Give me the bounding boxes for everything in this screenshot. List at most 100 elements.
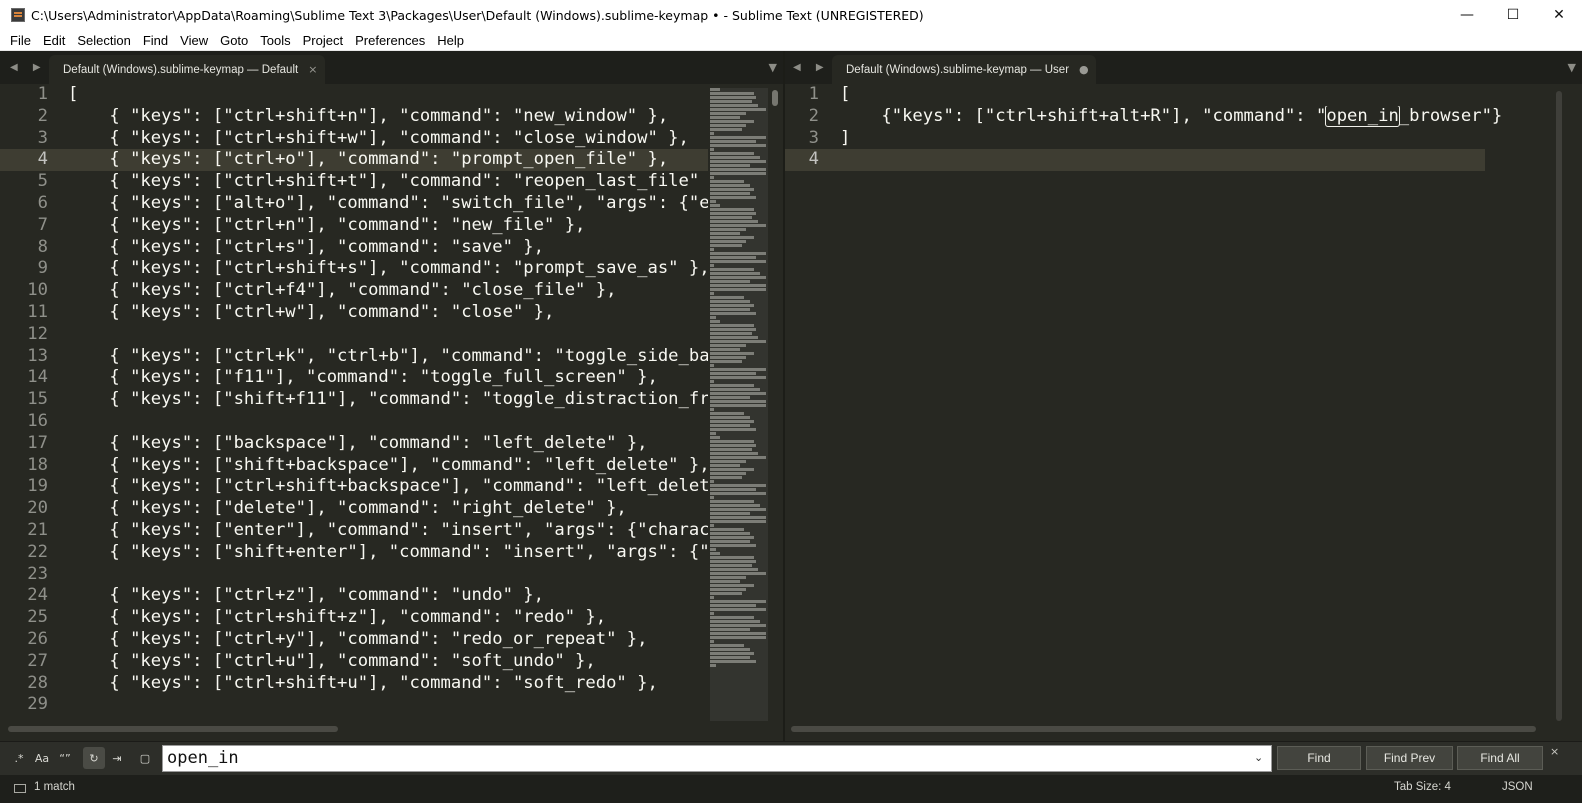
left-horizontal-scrollbar[interactable] [8, 726, 338, 732]
code-line[interactable]: 6 { "keys": ["alt+o"], "command": "switc… [0, 193, 708, 215]
line-text: ] [840, 127, 851, 148]
line-text: { "keys": ["ctrl+o"], "command": "prompt… [68, 149, 669, 170]
unsaved-dot-icon[interactable]: ● [1079, 63, 1089, 76]
code-line[interactable]: 5 { "keys": ["ctrl+shift+t"], "command":… [0, 171, 708, 193]
in-selection-toggle-icon[interactable]: ⇥ [106, 747, 128, 769]
highlight-matches-toggle-icon[interactable]: ▢ [134, 747, 156, 769]
code-line[interactable]: 3] [785, 128, 1485, 150]
minimize-button[interactable]: — [1444, 0, 1490, 30]
code-line[interactable]: 1[ [0, 84, 708, 106]
code-line[interactable]: 4 { "keys": ["ctrl+o"], "command": "prom… [0, 149, 708, 172]
close-find-panel-icon[interactable]: × [1550, 745, 1559, 758]
menu-preferences[interactable]: Preferences [349, 33, 431, 48]
line-number: 7 [37, 214, 48, 235]
code-line[interactable]: 28 { "keys": ["ctrl+shift+u"], "command"… [0, 673, 708, 695]
code-line[interactable]: 7 { "keys": ["ctrl+n"], "command": "new_… [0, 215, 708, 237]
code-line[interactable]: 3 { "keys": ["ctrl+shift+w"], "command":… [0, 128, 708, 150]
find-prev-button[interactable]: Find Prev [1366, 746, 1453, 770]
menu-view[interactable]: View [174, 33, 214, 48]
code-line[interactable]: 1[ [785, 84, 1485, 106]
line-number: 3 [37, 127, 48, 148]
line-text: { "keys": ["shift+f11"], "command": "tog… [68, 389, 708, 410]
code-line[interactable]: 22 { "keys": ["shift+enter"], "command":… [0, 542, 708, 564]
code-line[interactable]: 11 { "keys": ["ctrl+w"], "command": "clo… [0, 302, 708, 324]
find-history-dropdown-icon[interactable]: ⌄ [1254, 751, 1263, 764]
code-line[interactable]: 2 { "keys": ["ctrl+shift+n"], "command":… [0, 106, 708, 128]
line-text: { "keys": ["ctrl+f4"], "command": "close… [68, 280, 617, 301]
code-line[interactable]: 26 { "keys": ["ctrl+y"], "command": "red… [0, 629, 708, 651]
right-vertical-scrollbar[interactable] [1556, 91, 1562, 721]
code-line[interactable]: 24 { "keys": ["ctrl+z"], "command": "und… [0, 585, 708, 607]
syntax-indicator[interactable]: JSON [1502, 781, 1533, 793]
whole-word-toggle[interactable]: “” [54, 747, 76, 769]
line-text: { "keys": ["ctrl+shift+w"], "command": "… [68, 127, 689, 148]
menu-tools[interactable]: Tools [254, 33, 296, 48]
code-line[interactable]: 14 { "keys": ["f11"], "command": "toggle… [0, 367, 708, 389]
menu-help[interactable]: Help [431, 33, 470, 48]
code-line[interactable]: 13 { "keys": ["ctrl+k", "ctrl+b"], "comm… [0, 346, 708, 368]
code-line[interactable]: 29 [0, 694, 708, 716]
menu-edit[interactable]: Edit [37, 33, 71, 48]
code-line[interactable]: 16 [0, 411, 708, 433]
menu-find[interactable]: Find [137, 33, 174, 48]
code-line[interactable]: 23 [0, 564, 708, 586]
code-line[interactable]: 4 [785, 149, 1485, 172]
right-horizontal-scrollbar[interactable] [791, 726, 1536, 732]
code-line[interactable]: 8 { "keys": ["ctrl+s"], "command": "save… [0, 237, 708, 259]
line-number: 4 [808, 149, 819, 170]
find-all-button[interactable]: Find All [1457, 746, 1543, 770]
right-code-view[interactable]: 1[2 {"keys": ["ctrl+shift+alt+R"], "comm… [785, 84, 1502, 172]
tab-list-dropdown-icon[interactable]: ▼ [1568, 61, 1576, 74]
line-text: { "keys": ["shift+backspace"], "command"… [68, 454, 708, 475]
tab-close-icon[interactable]: × [308, 63, 317, 76]
tab-nav-arrows-icon[interactable]: ◀ ▶ [10, 62, 47, 73]
line-number: 20 [27, 498, 48, 519]
code-line[interactable]: 9 { "keys": ["ctrl+shift+s"], "command":… [0, 258, 708, 280]
window-controls: — ☐ ✕ [1444, 0, 1582, 30]
line-number: 16 [27, 410, 48, 431]
tab-size-indicator[interactable]: Tab Size: 4 [1394, 781, 1451, 793]
left-code-view[interactable]: 1[2 { "keys": ["ctrl+shift+n"], "command… [0, 84, 708, 716]
regex-toggle[interactable]: .* [8, 747, 30, 769]
code-line[interactable]: 15 { "keys": ["shift+f11"], "command": "… [0, 389, 708, 411]
panel-toggle-icon[interactable] [14, 784, 26, 793]
tab-list-dropdown-icon[interactable]: ▼ [769, 61, 777, 74]
code-line[interactable]: 25 { "keys": ["ctrl+shift+z"], "command"… [0, 607, 708, 629]
title-bar: C:\Users\Administrator\AppData\Roaming\S… [0, 0, 1582, 30]
line-number: 13 [27, 345, 48, 366]
tab-user-keymap[interactable]: Default (Windows).sublime-keymap — User … [832, 55, 1096, 84]
line-text: { "keys": ["ctrl+s"], "command": "save" … [68, 236, 544, 257]
left-minimap[interactable] [710, 88, 768, 721]
menu-selection[interactable]: Selection [71, 33, 136, 48]
code-line[interactable]: 20 { "keys": ["delete"], "command": "rig… [0, 498, 708, 520]
wrap-toggle-icon[interactable]: ↻ [83, 747, 105, 769]
tab-default-keymap[interactable]: Default (Windows).sublime-keymap — Defau… [49, 55, 325, 84]
line-number: 5 [37, 171, 48, 192]
code-line[interactable]: 21 { "keys": ["enter"], "command": "inse… [0, 520, 708, 542]
tab-nav-arrows-icon[interactable]: ◀ ▶ [793, 62, 830, 73]
menu-goto[interactable]: Goto [214, 33, 254, 48]
code-line[interactable]: 18 { "keys": ["shift+backspace"], "comma… [0, 455, 708, 477]
code-line[interactable]: 2 {"keys": ["ctrl+shift+alt+R"], "comman… [785, 105, 1502, 128]
code-line[interactable]: 12 [0, 324, 708, 346]
close-window-button[interactable]: ✕ [1536, 0, 1582, 30]
line-number: 21 [27, 519, 48, 540]
code-line[interactable]: 17 { "keys": ["backspace"], "command": "… [0, 433, 708, 455]
line-number: 1 [37, 84, 48, 104]
right-editor-pane: ◀ ▶ Default (Windows).sublime-keymap — U… [785, 51, 1582, 741]
line-text: {"keys": ["ctrl+shift+alt+R"], "command"… [840, 105, 1520, 128]
find-input[interactable]: open_in [162, 745, 1272, 772]
line-number: 6 [37, 192, 48, 213]
menu-file[interactable]: File [4, 33, 37, 48]
window-title: C:\Users\Administrator\AppData\Roaming\S… [31, 7, 924, 23]
line-text: [ [68, 84, 79, 104]
case-sensitive-toggle[interactable]: Aa [31, 747, 53, 769]
left-vertical-scrollbar[interactable] [772, 90, 778, 106]
code-line[interactable]: 19 { "keys": ["ctrl+shift+backspace"], "… [0, 476, 708, 498]
line-number: 26 [27, 628, 48, 649]
find-button[interactable]: Find [1277, 746, 1361, 770]
maximize-button[interactable]: ☐ [1490, 0, 1536, 30]
code-line[interactable]: 10 { "keys": ["ctrl+f4"], "command": "cl… [0, 280, 708, 302]
menu-project[interactable]: Project [297, 33, 349, 48]
code-line[interactable]: 27 { "keys": ["ctrl+u"], "command": "sof… [0, 651, 708, 673]
